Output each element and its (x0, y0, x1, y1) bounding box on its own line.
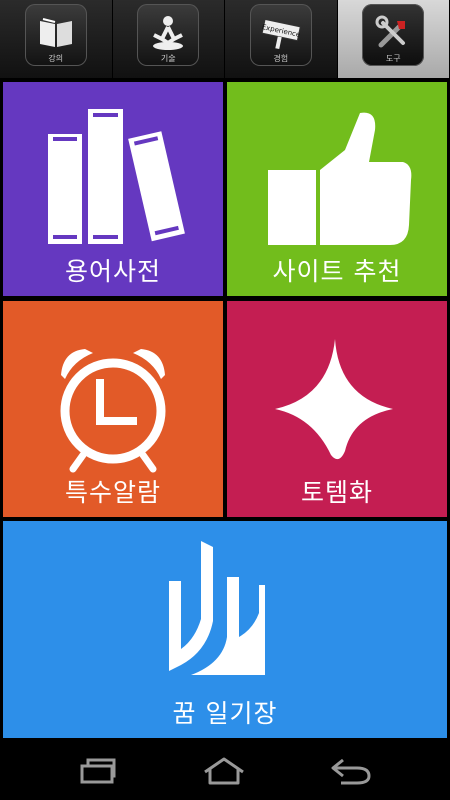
top-tab-bar: 강의 기술 Experience 경험 도구 (0, 0, 450, 78)
tools-icon (375, 15, 406, 48)
tile-dictionary[interactable]: 용어사전 (3, 82, 223, 296)
thumbs-up-icon (268, 112, 412, 245)
tile-dream-diary[interactable]: 꿈 일기장 (3, 521, 447, 738)
back-button[interactable] (326, 754, 374, 788)
home-icon (204, 757, 244, 785)
tile-totem[interactable]: 토템화 (227, 301, 447, 517)
tab-icon-frame: Experience 경험 (249, 4, 312, 66)
alarm-clock-icon (60, 349, 166, 473)
tab-label: 경험 (273, 54, 289, 63)
books-icon (48, 109, 185, 244)
tab-icon-frame: 기술 (137, 4, 200, 66)
back-icon (331, 758, 371, 785)
tab-experience[interactable]: Experience 경험 (225, 0, 338, 78)
experience-sign-icon: Experience (261, 18, 301, 50)
tab-icon-frame: 도구 (362, 4, 425, 66)
tab-label: 기술 (160, 54, 176, 63)
tab-label: 도구 (385, 54, 401, 63)
recent-apps-icon (80, 758, 116, 784)
tab-skills[interactable]: 기술 (113, 0, 225, 78)
meditation-icon (153, 16, 184, 50)
spinning-top-icon (275, 339, 393, 460)
tab-lectures[interactable]: 강의 (0, 0, 113, 78)
home-button[interactable] (200, 754, 248, 788)
recent-apps-button[interactable] (76, 754, 124, 788)
tab-label: 강의 (48, 54, 64, 63)
journal-logo-icon (169, 541, 265, 675)
tile-site-recommend[interactable]: 사이트 추천 (227, 82, 447, 296)
tile-label: 특수알람 (64, 478, 161, 507)
system-nav-bar (0, 742, 450, 800)
tile-label: 토템화 (300, 478, 373, 507)
tile-special-alarm[interactable]: 특수알람 (3, 301, 223, 517)
tab-icon-frame: 강의 (24, 4, 87, 66)
tab-tools[interactable]: 도구 (337, 0, 450, 78)
tile-label: 용어사전 (64, 257, 161, 286)
tile-label: 사이트 추천 (272, 257, 402, 286)
tile-label: 꿈 일기장 (172, 699, 278, 728)
book-icon (39, 18, 72, 47)
